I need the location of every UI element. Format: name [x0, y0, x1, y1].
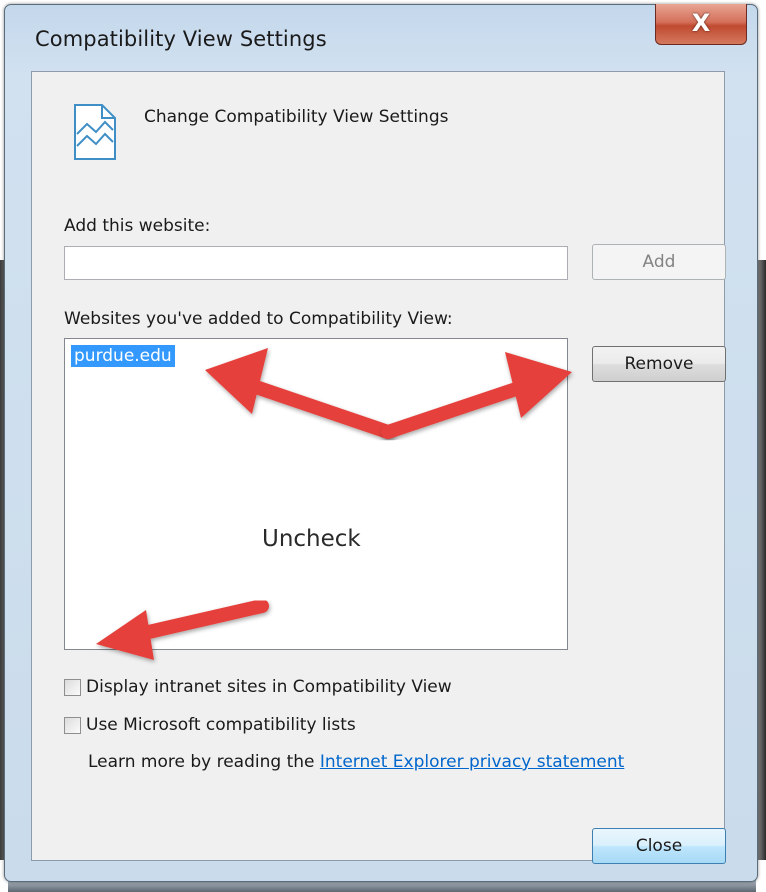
close-button[interactable]: Close: [592, 828, 726, 864]
learn-more-text: Learn more by reading the Internet Explo…: [88, 752, 624, 772]
added-websites-label: Websites you've added to Compatibility V…: [64, 309, 453, 329]
add-button[interactable]: Add: [592, 244, 726, 280]
close-icon: X: [691, 9, 711, 37]
add-website-input[interactable]: [64, 246, 568, 280]
header-text: Change Compatibility View Settings: [144, 107, 449, 127]
ms-lists-option[interactable]: Use Microsoft compatibility lists: [64, 715, 356, 735]
close-window-button[interactable]: X: [655, 4, 747, 45]
list-item-purdue-edu[interactable]: purdue.edu: [71, 345, 175, 367]
intranet-label: Display intranet sites in Compatibility …: [86, 677, 452, 697]
websites-listbox[interactable]: purdue.edu: [64, 338, 568, 650]
compatibility-view-page-icon: [74, 104, 116, 160]
screenshot-canvas: Compatibility View Settings X Change Com…: [0, 0, 766, 892]
privacy-statement-link[interactable]: Internet Explorer privacy statement: [320, 752, 624, 772]
compatibility-view-dialog: Compatibility View Settings X Change Com…: [4, 4, 758, 882]
title-bar[interactable]: Compatibility View Settings X: [5, 4, 757, 71]
dialog-content: Change Compatibility View Settings Add t…: [31, 71, 726, 864]
dialog-title: Compatibility View Settings: [35, 27, 327, 51]
intranet-option[interactable]: Display intranet sites in Compatibility …: [64, 677, 452, 697]
learn-more-prefix: Learn more by reading the: [88, 752, 320, 772]
remove-button[interactable]: Remove: [592, 346, 726, 382]
add-website-label: Add this website:: [64, 216, 211, 236]
ms-lists-label: Use Microsoft compatibility lists: [86, 715, 356, 735]
ms-lists-checkbox[interactable]: [64, 716, 81, 734]
intranet-checkbox[interactable]: [64, 678, 81, 696]
annotation-uncheck-text: Uncheck: [262, 526, 361, 552]
